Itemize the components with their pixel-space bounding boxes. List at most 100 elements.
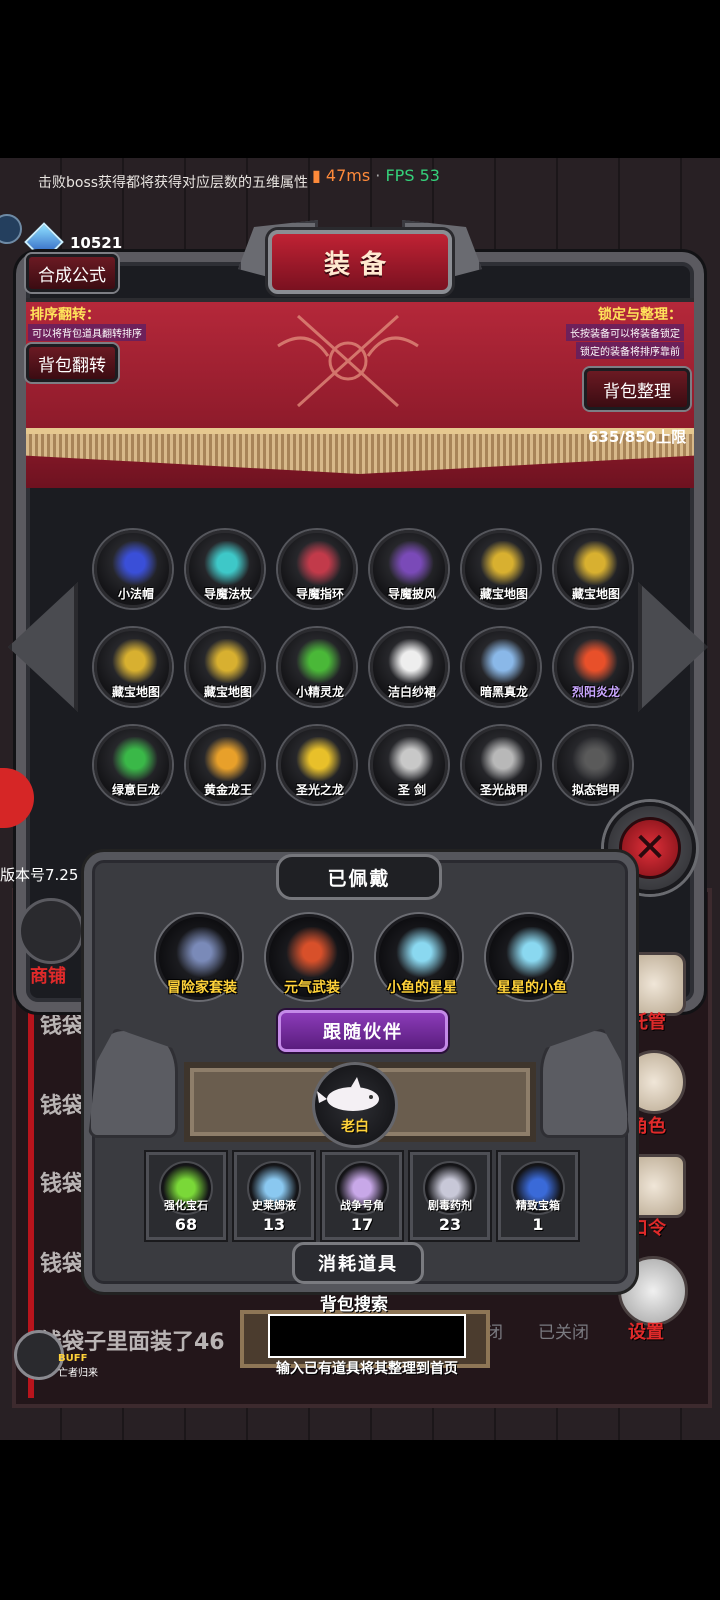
equipment-label: 藏宝地图 xyxy=(571,587,620,601)
hint-text: 击败boss获得都将获得对应层数的五维属性 xyxy=(38,175,309,191)
equipment-label: 藏宝地图 xyxy=(479,587,528,601)
consumable-slot[interactable]: 战争号角 17 xyxy=(322,1152,402,1240)
equipment-slot[interactable]: 藏宝地图 xyxy=(554,530,632,608)
gem-count: 10521 xyxy=(70,234,123,252)
vitality-armor-icon xyxy=(285,927,339,977)
equipment-label: 圣光战甲 xyxy=(479,783,528,797)
partner-title: 跟随伙伴 xyxy=(323,1022,403,1043)
sort-bag-button[interactable]: 背包整理 xyxy=(584,368,690,410)
ping-text: 47ms xyxy=(325,166,371,185)
equipment-slot[interactable]: 小法帽 xyxy=(94,530,172,608)
equipment-slot[interactable]: 绿意巨龙 xyxy=(94,726,172,804)
adventurer-set-icon xyxy=(175,927,229,977)
consumable-slot[interactable]: 强化宝石 68 xyxy=(146,1152,226,1240)
holy-armor-icon xyxy=(479,737,527,781)
skull-icon[interactable] xyxy=(14,1330,64,1380)
sort-flip-title: 排序翻转： xyxy=(30,307,100,323)
sun-dragon-icon xyxy=(571,639,619,683)
consumable-name: 强化宝石 xyxy=(164,1199,208,1212)
cloak-icon xyxy=(387,541,435,585)
equipment-label: 烈阳炎龙 xyxy=(571,685,620,699)
equipment-label: 黄金龙王 xyxy=(203,783,252,797)
shop-icon[interactable] xyxy=(18,898,84,964)
equipment-slot[interactable]: 藏宝地图 xyxy=(186,628,264,706)
search-hint: 输入已有道具将其整理到首页 xyxy=(276,1361,458,1377)
worn-label: 元气武装 xyxy=(284,980,340,996)
equipment-slot[interactable]: 导魔披风 xyxy=(370,530,448,608)
equipment-slot[interactable]: 黄金龙王 xyxy=(186,726,264,804)
consumable-count: 68 xyxy=(174,1215,198,1234)
consumable-slot[interactable]: 精致宝箱 1 xyxy=(498,1152,578,1240)
consumable-count: 1 xyxy=(532,1215,544,1234)
equipment-label: 拟态铠甲 xyxy=(571,783,620,797)
shop-label[interactable]: 商铺 xyxy=(30,962,66,988)
panel-title: 装备 xyxy=(268,230,452,294)
network-status: ▮ 47ms · FPS 53 xyxy=(312,166,440,185)
equipment-slot[interactable]: 小精灵龙 xyxy=(278,628,356,706)
fps-text: FPS 53 xyxy=(385,166,440,185)
bg-text: 钱袋 xyxy=(40,1094,85,1119)
equipment-slot[interactable]: 藏宝地图 xyxy=(462,530,540,608)
equipment-label: 暗黑真龙 xyxy=(479,685,528,699)
consumable-count: 23 xyxy=(438,1215,462,1234)
synthesis-button[interactable]: 合成公式 xyxy=(26,254,118,292)
worn-slot[interactable]: 冒险家套装 xyxy=(156,914,242,1000)
equipment-label: 导魔披风 xyxy=(387,587,436,601)
ring-icon xyxy=(295,541,343,585)
magic-staff-icon xyxy=(203,541,251,585)
wizard-hat-icon xyxy=(111,541,159,585)
bg-text: 钱袋 xyxy=(40,1014,85,1039)
consumable-slot[interactable]: 史莱姆液 13 xyxy=(234,1152,314,1240)
green-dragon-icon xyxy=(111,737,159,781)
equipment-slot[interactable]: 圣 剑 xyxy=(370,726,448,804)
equipment-label: 小法帽 xyxy=(117,587,154,601)
worn-title: 已佩戴 xyxy=(327,867,391,890)
equipment-slot[interactable]: 洁白纱裙 xyxy=(370,628,448,706)
equipment-slot[interactable]: 烈阳炎龙 xyxy=(554,628,632,706)
equipment-label: 圣光之龙 xyxy=(295,783,344,797)
worn-slot[interactable]: 星星的小鱼 xyxy=(486,914,572,1000)
sort-flip-desc: 可以将背包道具翻转排序 xyxy=(28,324,146,341)
panel-title-text: 装备 xyxy=(323,249,396,280)
worn-slot[interactable]: 元气武装 xyxy=(266,914,352,1000)
closed-label: 已关闭 xyxy=(538,1323,589,1343)
equipment-label: 小精灵龙 xyxy=(295,685,344,699)
search-title: 背包搜索 xyxy=(320,1295,388,1315)
separator: · xyxy=(375,166,381,185)
equipment-slot[interactable]: 圣光之龙 xyxy=(278,726,356,804)
equipment-label: 藏宝地图 xyxy=(111,685,160,699)
fish-sword-icon xyxy=(505,927,559,977)
flip-bag-button[interactable]: 背包翻转 xyxy=(26,344,118,382)
partner-name: 老白 xyxy=(341,1119,369,1135)
lock-sort-desc: 锁定的装备将排序靠前 xyxy=(576,342,684,359)
equipment-slot[interactable]: 导魔法杖 xyxy=(186,530,264,608)
worn-slot[interactable]: 小鱼的星星 xyxy=(376,914,462,1000)
equipment-slot[interactable]: 拟态铠甲 xyxy=(554,726,632,804)
bag-capacity: 635/850上限 xyxy=(588,428,687,446)
equipment-label: 藏宝地图 xyxy=(203,685,252,699)
equipment-slot[interactable]: 藏宝地图 xyxy=(94,628,172,706)
holy-dragon-icon xyxy=(295,737,343,781)
consumable-name: 剧毒药剂 xyxy=(428,1199,472,1212)
bg-text: 钱袋 xyxy=(40,1172,85,1197)
equipment-slot[interactable]: 暗黑真龙 xyxy=(462,628,540,706)
equipment-label: 绿意巨龙 xyxy=(111,783,160,797)
equipment-label: 圣 剑 xyxy=(397,783,427,797)
worn-label: 星星的小鱼 xyxy=(497,980,567,996)
consumable-count: 17 xyxy=(350,1215,374,1234)
treasure-map-icon xyxy=(571,541,619,585)
settings-label[interactable]: 设置 xyxy=(628,1318,664,1344)
buff-sublabel: 亡者归来 xyxy=(58,1368,98,1379)
equipment-slot[interactable]: 导魔指环 xyxy=(278,530,356,608)
worn-header: 已佩戴 xyxy=(276,854,442,900)
lock-sort-desc: 长按装备可以将装备锁定 xyxy=(566,324,684,341)
version-label: 版本号7.25 xyxy=(0,866,79,884)
white-dress-icon xyxy=(387,639,435,683)
equipment-slot[interactable]: 圣光战甲 xyxy=(462,726,540,804)
buff-label: BUFF xyxy=(58,1353,88,1364)
equipment-label: 导魔法杖 xyxy=(203,587,252,601)
equipment-label: 导魔指环 xyxy=(295,587,344,601)
consumable-name: 战争号角 xyxy=(340,1199,384,1212)
bag-search-input[interactable] xyxy=(268,1314,466,1358)
consumable-slot[interactable]: 剧毒药剂 23 xyxy=(410,1152,490,1240)
